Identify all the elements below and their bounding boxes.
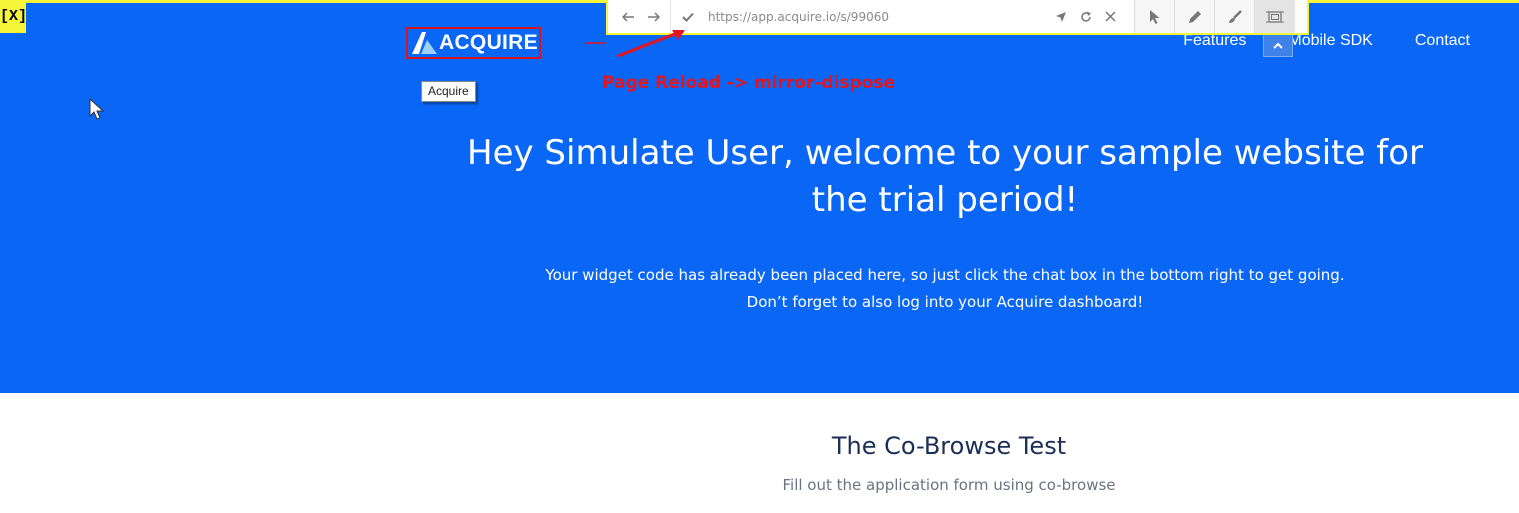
section-subtitle: Fill out the application form using co-b…: [782, 476, 1116, 494]
logo-mark-icon: [412, 32, 437, 54]
collapse-toolbar-button[interactable]: [1263, 33, 1293, 57]
close-session-button[interactable]: [X]: [0, 3, 27, 33]
logo-tooltip: Acquire: [421, 81, 476, 102]
pencil-icon: [1188, 10, 1201, 23]
close-icon[interactable]: [1098, 0, 1123, 33]
nav-item-contact[interactable]: Contact: [1415, 32, 1470, 50]
chevron-up-icon: [1273, 42, 1283, 49]
location-arrow-icon[interactable]: [1048, 0, 1073, 33]
mouse-cursor-icon: [89, 98, 105, 120]
brush-icon: [1228, 9, 1242, 23]
acquire-logo[interactable]: ACQUIRE: [406, 27, 541, 59]
brush-tool-button[interactable]: [1215, 0, 1255, 33]
annotation-label: Page Reload -> mirror-dispose: [602, 73, 896, 93]
annotation-arrow-icon: [585, 30, 685, 58]
section-title: The Co-Browse Test: [831, 432, 1067, 460]
reload-icon[interactable]: [1073, 0, 1098, 33]
url-display[interactable]: https://app.acquire.io/s/99060: [708, 10, 1048, 24]
hero-description: Your widget code has already been placed…: [440, 262, 1450, 316]
hero-description-line-1: Your widget code has already been placed…: [545, 266, 1345, 284]
cobrowse-toolbar: https://app.acquire.io/s/99060: [606, 0, 1309, 35]
annotation-tools: [1134, 0, 1295, 33]
pointer-icon: [1149, 9, 1159, 24]
screen-select-icon: [1266, 10, 1284, 23]
pencil-tool-button[interactable]: [1175, 0, 1215, 33]
pointer-tool-button[interactable]: [1135, 0, 1175, 33]
hero-headline: Hey Simulate User, welcome to your sampl…: [467, 133, 1423, 220]
hero-description-line-2: Don’t forget to also log into your Acqui…: [746, 293, 1144, 311]
logo-text: ACQUIRE: [439, 31, 538, 54]
screen-select-tool-button[interactable]: [1255, 0, 1295, 33]
